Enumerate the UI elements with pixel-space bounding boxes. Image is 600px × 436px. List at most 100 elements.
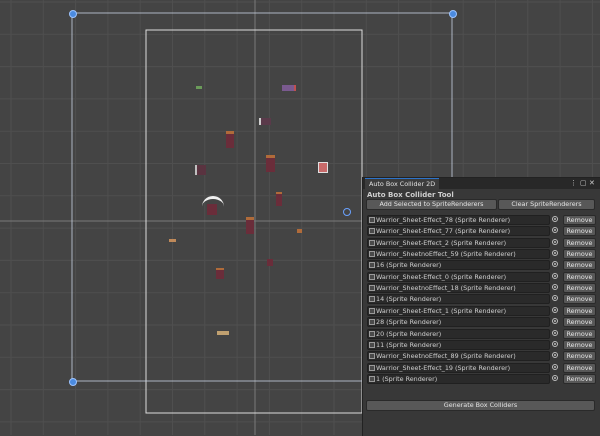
sprite-renderer-icon — [369, 285, 375, 292]
sprite-renderer-field[interactable]: Warrior_Sheet-Effect_77 (Sprite Renderer… — [367, 226, 550, 237]
object-picker-icon[interactable] — [552, 340, 558, 347]
sprite-renderer-name: Warrior_Sheet-Effect_77 (Sprite Renderer… — [376, 227, 511, 236]
sprite-item[interactable] — [246, 217, 254, 234]
sprite-renderer-row: 11 (Sprite Renderer) Remove — [367, 339, 597, 350]
sprite-renderer-field[interactable]: Warrior_SheetnoEffect_89 (Sprite Rendere… — [367, 351, 550, 362]
remove-button[interactable]: Remove — [563, 317, 596, 328]
pivot-handle[interactable] — [343, 208, 351, 216]
sprite-renderer-row: Warrior_Sheet-Effect_78 (Sprite Renderer… — [367, 215, 597, 225]
window-tab-bar: Auto Box Collider 2D ⋮ ▢ ✕ — [363, 178, 600, 190]
sprite-renderer-field[interactable]: 14 (Sprite Renderer) — [367, 294, 550, 305]
remove-button[interactable]: Remove — [563, 260, 596, 271]
object-picker-icon[interactable] — [552, 329, 558, 336]
selection-handle-bottom-left[interactable] — [69, 378, 77, 386]
sprite-renderer-row: 28 (Sprite Renderer) Remove — [367, 317, 597, 328]
sprite-renderer-field[interactable]: Warrior_Sheet-Effect_2 (Sprite Renderer) — [367, 237, 550, 248]
object-picker-icon[interactable] — [552, 318, 558, 325]
remove-button[interactable]: Remove — [563, 351, 596, 362]
sprite-item[interactable] — [259, 118, 271, 125]
sprite-renderer-row: Warrior_Sheet-Effect_0 (Sprite Renderer)… — [367, 271, 597, 282]
sprite-renderer-icon — [369, 319, 375, 326]
sprite-item[interactable] — [226, 131, 234, 148]
remove-button[interactable]: Remove — [563, 237, 596, 248]
sprite-renderer-icon — [369, 296, 375, 303]
remove-button[interactable]: Remove — [563, 271, 596, 282]
sprite-renderer-name: 20 (Sprite Renderer) — [376, 329, 442, 338]
sprite-renderer-name: 14 (Sprite Renderer) — [376, 295, 442, 304]
close-icon[interactable]: ✕ — [589, 178, 595, 189]
remove-button[interactable]: Remove — [563, 328, 596, 339]
sprite-renderer-field[interactable]: 11 (Sprite Renderer) — [367, 339, 550, 350]
object-picker-icon[interactable] — [552, 374, 558, 381]
remove-button[interactable]: Remove — [563, 373, 596, 384]
object-picker-icon[interactable] — [552, 216, 558, 222]
remove-button[interactable]: Remove — [563, 249, 596, 260]
clear-sprite-renderers-button[interactable]: Clear SpriteRenderers — [498, 199, 595, 210]
selection-handle-top-left[interactable] — [69, 10, 77, 18]
object-picker-icon[interactable] — [552, 363, 558, 370]
object-picker-icon[interactable] — [552, 250, 558, 257]
window-tab[interactable]: Auto Box Collider 2D — [365, 178, 440, 190]
remove-button[interactable]: Remove — [563, 305, 596, 316]
selection-handle-top-right[interactable] — [449, 10, 457, 18]
remove-button[interactable]: Remove — [563, 226, 596, 237]
sprite-item[interactable] — [276, 192, 282, 206]
sprite-renderer-icon — [369, 307, 375, 314]
sprite-item[interactable] — [318, 162, 328, 173]
sprite-renderer-field[interactable]: 28 (Sprite Renderer) — [367, 317, 550, 328]
remove-button[interactable]: Remove — [563, 294, 596, 305]
sprite-renderer-field[interactable]: Warrior_Sheet-Effect_78 (Sprite Renderer… — [367, 215, 550, 225]
remove-button[interactable]: Remove — [563, 339, 596, 350]
object-picker-icon[interactable] — [552, 352, 558, 359]
sprite-renderer-row: 20 (Sprite Renderer) Remove — [367, 328, 597, 339]
sprite-item[interactable] — [267, 259, 273, 266]
kebab-menu-icon[interactable]: ⋮ — [570, 178, 577, 189]
sprite-item[interactable] — [169, 239, 176, 242]
object-picker-icon[interactable] — [552, 306, 558, 313]
object-picker-icon[interactable] — [552, 284, 558, 291]
sprite-renderer-icon — [369, 330, 375, 337]
sprite-item[interactable] — [217, 331, 229, 335]
remove-button[interactable]: Remove — [563, 362, 596, 373]
sprite-renderer-icon — [369, 364, 375, 371]
object-picker-icon[interactable] — [552, 261, 558, 268]
sprite-item[interactable] — [282, 85, 296, 91]
sprite-renderer-field[interactable]: 20 (Sprite Renderer) — [367, 328, 550, 339]
sprite-renderer-field[interactable]: Warrior_Sheet-Effect_19 (Sprite Renderer… — [367, 362, 550, 373]
remove-button[interactable]: Remove — [563, 283, 596, 294]
sprite-item[interactable] — [297, 229, 302, 233]
sprite-renderer-field[interactable]: 16 (Sprite Renderer) — [367, 260, 550, 271]
auto-box-collider-window: Auto Box Collider 2D ⋮ ▢ ✕ Auto Box Coll… — [362, 177, 600, 436]
remove-button[interactable]: Remove — [563, 215, 596, 225]
sprite-renderer-row: Warrior_Sheet-Effect_2 (Sprite Renderer)… — [367, 237, 597, 248]
object-picker-icon[interactable] — [552, 238, 558, 245]
object-picker-icon[interactable] — [552, 272, 558, 279]
sprite-item[interactable] — [207, 204, 217, 215]
sprite-item[interactable] — [266, 155, 275, 172]
sprite-renderer-row: 16 (Sprite Renderer) Remove — [367, 260, 597, 271]
sprite-item[interactable] — [196, 86, 202, 89]
sprite-renderer-icon — [369, 217, 375, 223]
sprite-renderer-name: 1 (Sprite Renderer) — [376, 374, 438, 383]
add-selected-button[interactable]: Add Selected to SpriteRenderers — [366, 199, 497, 210]
sprite-renderer-field[interactable]: Warrior_Sheet-Effect_1 (Sprite Renderer) — [367, 305, 550, 316]
sprite-renderer-field[interactable]: Warrior_Sheet-Effect_0 (Sprite Renderer) — [367, 271, 550, 282]
sprite-renderer-name: Warrior_Sheet-Effect_1 (Sprite Renderer) — [376, 306, 507, 315]
sprite-renderer-field[interactable]: Warrior_SheetnoEffect_18 (Sprite Rendere… — [367, 283, 550, 294]
sprite-item[interactable] — [216, 268, 224, 279]
sprite-renderer-icon — [369, 228, 375, 235]
sprite-renderer-name: 11 (Sprite Renderer) — [376, 340, 442, 349]
generate-box-colliders-button[interactable]: Generate Box Colliders — [366, 400, 595, 411]
object-picker-icon[interactable] — [552, 295, 558, 302]
sprite-renderer-name: Warrior_SheetnoEffect_89 (Sprite Rendere… — [376, 352, 516, 361]
maximize-icon[interactable]: ▢ — [580, 178, 587, 189]
sprite-renderer-icon — [369, 273, 375, 280]
sprite-renderer-name: Warrior_Sheet-Effect_19 (Sprite Renderer… — [376, 363, 511, 372]
sprite-renderer-name: Warrior_SheetnoEffect_18 (Sprite Rendere… — [376, 284, 516, 293]
sprite-renderer-row: Warrior_Sheet-Effect_77 (Sprite Renderer… — [367, 226, 597, 237]
sprite-renderer-icon — [369, 353, 375, 360]
object-picker-icon[interactable] — [552, 227, 558, 234]
sprite-item[interactable] — [195, 165, 206, 175]
sprite-renderer-field[interactable]: Warrior_SheetnoEffect_59 (Sprite Rendere… — [367, 249, 550, 260]
sprite-renderer-field[interactable]: 1 (Sprite Renderer) — [367, 373, 550, 384]
